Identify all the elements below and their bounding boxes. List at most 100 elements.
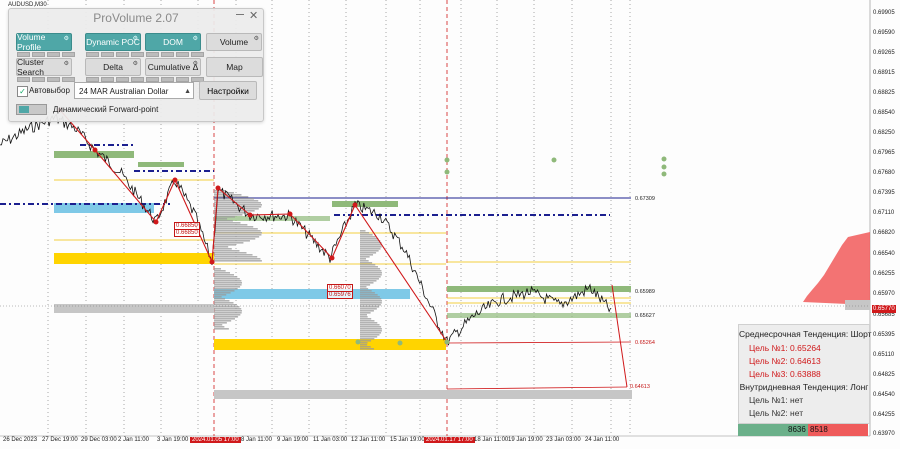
volume-histogram-bar [214,278,240,280]
gear-icon[interactable]: ⚙ [254,35,259,42]
volume-histogram-bar [360,258,367,260]
button-label: Cumulative Δ [147,62,199,72]
zigzag-point [172,177,178,183]
provolume-panel[interactable]: ProVolume 2.07 ✕ Volume Profile ⚙ Dynami… [8,8,264,122]
mini-toggle-group[interactable] [86,52,144,57]
volume-histogram-bar [214,308,242,310]
minimize-icon[interactable] [236,14,244,15]
time-label: 18 Jan 11:00 [474,437,509,443]
intraday-target-2: Цель №2: нет [749,408,804,418]
volume-histogram-bar [360,292,375,294]
time-label: 3 Jan 19:00 [157,437,189,443]
pivot-marker [661,156,667,162]
gear-icon[interactable]: ⚙ [64,35,69,42]
button-label: DOM [163,37,183,47]
volume-histogram-bar [360,290,372,292]
price-tick: 0.65110 [873,352,895,358]
volume-histogram-bar [214,240,250,242]
delta-button[interactable]: Delta ⚙ [85,58,141,76]
poc-price-label: 0.66850 [174,229,200,237]
gear-icon[interactable]: ⚙ [64,60,69,67]
zigzag-point [209,259,215,265]
volume-histogram-bar [214,324,223,326]
mini-toggle-group[interactable] [146,77,204,82]
time-label: 29 Dec 03:00 [81,437,117,443]
time-label: 11 Jan 03:00 [313,437,348,443]
target-level-label: 0.65264 [635,340,655,346]
mini-toggle-group[interactable] [17,77,75,82]
volume-histogram-bar [360,336,378,338]
spinner-icon[interactable]: ▲ [184,83,191,100]
volume-histogram-bar [360,332,382,334]
volume-histogram-bar [360,346,371,348]
auto-select-checkbox[interactable]: ✓ [17,86,28,97]
volume-histogram-bar [360,338,375,340]
volume-histogram-bar [214,210,255,212]
volume-histogram-bar [360,324,380,326]
target-1: Цель №1: 0.65264 [749,343,821,353]
dom-button[interactable]: DOM ⚙ [145,33,201,51]
price-tick: 0.68540 [873,110,895,116]
price-tick: 0.64255 [873,412,895,418]
volume-histogram-bar [360,278,379,280]
target-2: Цель №2: 0.64613 [749,356,821,366]
gear-icon[interactable]: ⚙ [133,35,138,42]
medium-term-trend: Среднесрочная Тенденция: Шорт [739,329,872,339]
volume-histogram-bar [360,256,370,258]
volume-histogram-bar [360,280,377,282]
volume-histogram-bar [214,268,221,270]
gear-icon[interactable]: ⚙ [193,35,198,42]
settings-button[interactable]: Настройки [199,81,257,100]
price-tick: 0.66820 [873,230,895,236]
volume-histogram-bar [360,294,378,296]
close-icon[interactable]: ✕ [249,9,258,22]
dynamic-poc-button[interactable]: Dynamic POC ⚙ [85,33,141,51]
volume-histogram-bar [214,216,236,218]
button-label: Delta [103,62,123,72]
volume-band-gold [214,339,446,350]
gear-icon[interactable]: ⚙ [193,60,198,67]
volume-button[interactable]: Volume ⚙ [206,33,262,51]
volume-histogram-bar [360,234,373,236]
volume-histogram-bar [360,308,377,310]
volume-histogram-bar [360,328,382,330]
volume-band-gray [54,304,214,313]
volume-histogram-bar [214,220,233,222]
price-tick: 0.66255 [873,271,895,277]
volume-histogram-bar [214,316,239,318]
volume-histogram-bar [214,300,230,302]
cumulative-delta-button[interactable]: Cumulative Δ ⚙ [145,58,201,76]
mini-toggle-group[interactable] [17,52,75,57]
gear-icon[interactable]: ⚙ [133,60,138,67]
time-label-highlight: 2024.01.05 17:00 [190,437,241,443]
volume-band-gray [214,390,632,399]
volume-band-green [447,313,631,318]
volume-profile-button[interactable]: Volume Profile ⚙ [16,32,72,52]
volume-histogram-bar [360,326,382,328]
instrument-select[interactable]: 24 MAR Australian Dollar ▲ [74,82,194,99]
volume-histogram-bar [360,270,382,272]
volume-histogram-bar [214,252,247,254]
volume-histogram-bar [360,262,373,264]
volume-histogram-bar [360,310,374,312]
volume-histogram-bar [214,272,231,274]
volume-histogram-bar [214,258,261,260]
price-tick: 0.68250 [873,130,895,136]
volume-histogram-bar [360,342,368,344]
map-button[interactable]: Map [206,57,263,77]
volume-histogram-bar [214,320,232,322]
pivot-marker [355,339,361,345]
target-level-label: 0.64613 [630,384,650,390]
mini-toggle-group[interactable] [146,52,204,57]
mini-toggle-group[interactable] [86,77,144,82]
volume-histogram-bar [214,326,225,328]
volume-histogram-bar [214,248,232,250]
volume-histogram-bar [214,250,240,252]
volume-histogram-bar [214,318,235,320]
zigzag-point [153,219,159,225]
time-label: 23 Jan 03:00 [546,437,581,443]
forward-point-toggle[interactable] [16,104,47,115]
volume-histogram-bar [360,334,380,336]
button-label: Map [226,62,243,72]
cluster-search-button[interactable]: Cluster Search ⚙ [16,57,72,77]
